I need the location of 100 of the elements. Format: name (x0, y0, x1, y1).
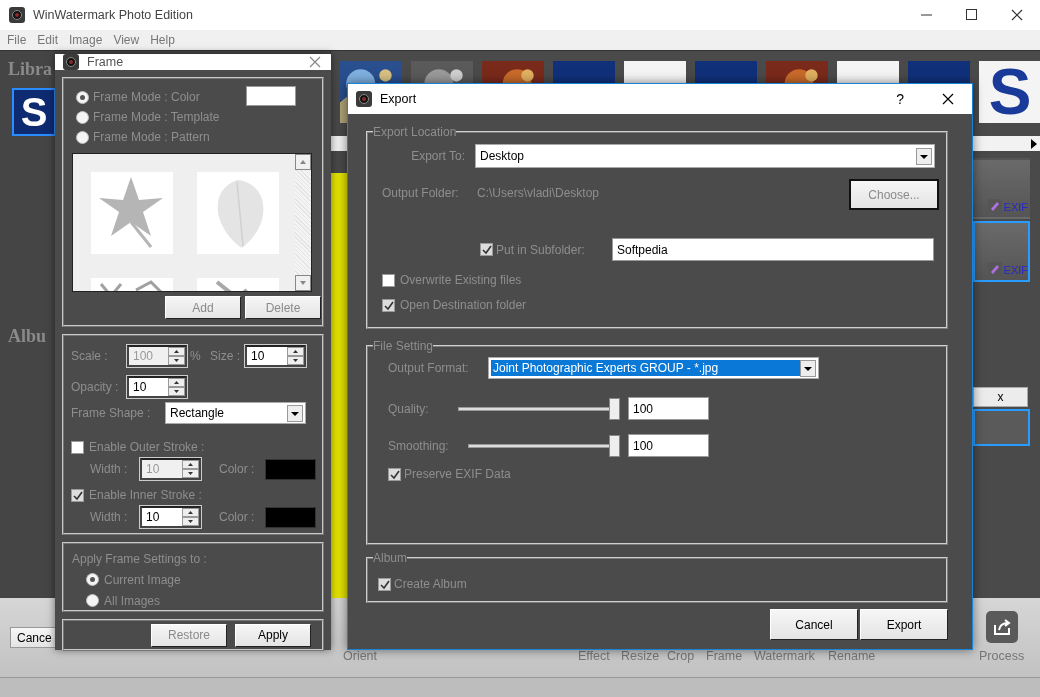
group-label: Album (373, 551, 407, 565)
field-label: Scale : (71, 349, 109, 363)
spin-field[interactable]: 10 (140, 506, 201, 528)
help-button[interactable]: ? (896, 91, 904, 107)
checkbox[interactable] (388, 467, 401, 481)
slider[interactable] (458, 397, 620, 420)
field-label: Size : (210, 349, 241, 363)
group-label: Apply Frame Settings to : (72, 552, 207, 566)
radio-button[interactable] (76, 130, 89, 144)
tool-label[interactable]: Watermark (754, 649, 815, 663)
checkbox[interactable] (382, 298, 395, 312)
tool-label[interactable]: Effect (578, 649, 610, 663)
spin-arrows-icon[interactable] (168, 378, 185, 396)
radio-button[interactable] (86, 594, 99, 607)
dialog-button[interactable]: Apply (235, 623, 311, 647)
field-label: Export To: (410, 149, 466, 163)
close-icon[interactable] (1011, 9, 1023, 21)
value-field[interactable]: 100 (628, 397, 709, 420)
spin-arrows-icon[interactable] (182, 508, 199, 526)
field-label: Opacity : (71, 380, 120, 394)
maximize-icon[interactable] (966, 9, 977, 20)
field-label: Frame Shape : (71, 406, 152, 420)
checkbox[interactable] (71, 440, 84, 454)
album-card[interactable] (973, 409, 1030, 446)
window-title: WinWatermark Photo Edition (33, 8, 193, 22)
radio-label[interactable]: Frame Mode : Pattern (93, 130, 210, 144)
checkbox[interactable] (71, 488, 84, 502)
color-swatch[interactable] (246, 86, 296, 106)
dialog-button[interactable]: Cancel (770, 609, 858, 640)
scroll-bar[interactable] (295, 154, 311, 291)
right-arrow-icon[interactable] (1030, 138, 1038, 149)
caret-icon (287, 404, 303, 422)
close-button[interactable]: x (973, 387, 1028, 407)
checkbox-label[interactable]: Open Destination folder (400, 298, 527, 312)
tool-label[interactable]: Frame (706, 649, 743, 663)
radio-label[interactable]: All Images (104, 593, 161, 608)
slider-thumb[interactable] (609, 434, 620, 457)
field-label: Quality: (388, 401, 430, 416)
radio-label[interactable]: Current Image (104, 572, 181, 587)
field-label: Color : (219, 510, 256, 524)
menu-item[interactable]: Edit (31, 33, 64, 47)
logo-thumbnail[interactable]: S (12, 88, 56, 136)
tool-label[interactable]: Resize (621, 649, 660, 663)
template-list[interactable] (72, 153, 312, 292)
subfolder-field[interactable]: Softpedia (612, 238, 934, 261)
radio-button[interactable] (76, 90, 89, 104)
tool-label[interactable]: Rename (828, 649, 876, 663)
checkbox-label[interactable]: Put in Subfolder: (496, 242, 609, 257)
group-label: Export Location (373, 125, 457, 139)
radio-label[interactable]: Frame Mode : Color (93, 90, 200, 104)
unit-label: % (190, 349, 202, 363)
radio-button[interactable] (86, 573, 99, 586)
checkbox-label[interactable]: Preserve EXIF Data (404, 467, 511, 481)
checkbox-label[interactable]: Enable Outer Stroke : (89, 440, 205, 454)
checkbox-label[interactable]: Create Album (394, 577, 467, 591)
checkbox[interactable] (382, 273, 395, 287)
group-label: File Setting (373, 339, 434, 353)
spin-arrows-icon[interactable] (182, 460, 199, 478)
logo-thumbnail[interactable]: S (979, 61, 1040, 123)
slider-thumb[interactable] (609, 397, 620, 420)
dropdown[interactable]: Joint Photographic Experts GROUP - *.jpg (488, 357, 819, 379)
tool-label[interactable]: Crop (667, 649, 695, 663)
dropdown[interactable]: Desktop (475, 144, 935, 168)
dialog-button[interactable]: Export (860, 609, 948, 640)
tool-label[interactable]: Orient (343, 649, 378, 663)
caret-icon (800, 359, 816, 377)
checkbox-label[interactable]: Overwrite Existing files (400, 273, 522, 287)
menu-item[interactable]: Image (63, 33, 108, 47)
radio-button[interactable] (76, 110, 89, 124)
process-label[interactable]: Process (979, 649, 1025, 663)
tag-icon (987, 262, 1002, 276)
slider[interactable] (468, 434, 620, 457)
radio-label[interactable]: Frame Mode : Template (93, 110, 220, 124)
checkbox[interactable] (378, 577, 391, 591)
menu-item[interactable]: File (1, 33, 32, 47)
spin-field[interactable]: 10 (127, 376, 187, 398)
field-label: Width : (90, 462, 129, 476)
album-heading: Albu (8, 326, 47, 347)
share-icon[interactable] (985, 611, 1018, 643)
checkbox[interactable] (480, 243, 493, 256)
close-icon[interactable] (942, 93, 954, 105)
menu-item[interactable]: View (107, 33, 145, 47)
color-swatch[interactable] (265, 506, 316, 528)
dialog-title: Export (380, 92, 417, 106)
spin-field[interactable]: 10 (140, 458, 201, 480)
spin-arrows-icon[interactable] (287, 347, 304, 365)
spin-field[interactable]: 10 (245, 345, 306, 367)
value-field[interactable]: 100 (628, 434, 709, 457)
camera-app-icon (63, 54, 79, 70)
camera-app-icon (9, 7, 25, 23)
field-label: Output Format: (388, 361, 470, 375)
exif-label: EXIF (1003, 264, 1028, 276)
color-swatch[interactable] (265, 458, 316, 480)
field-label: Width : (90, 510, 129, 524)
checkbox-label[interactable]: Enable Inner Stroke : (89, 488, 202, 502)
exif-label: EXIF (1003, 201, 1028, 213)
menu-item[interactable]: Help (144, 33, 180, 47)
dropdown[interactable]: Rectangle (165, 402, 306, 424)
caret-icon (916, 147, 932, 165)
folder-path: C:\Users\vladi\Desktop (477, 186, 601, 200)
